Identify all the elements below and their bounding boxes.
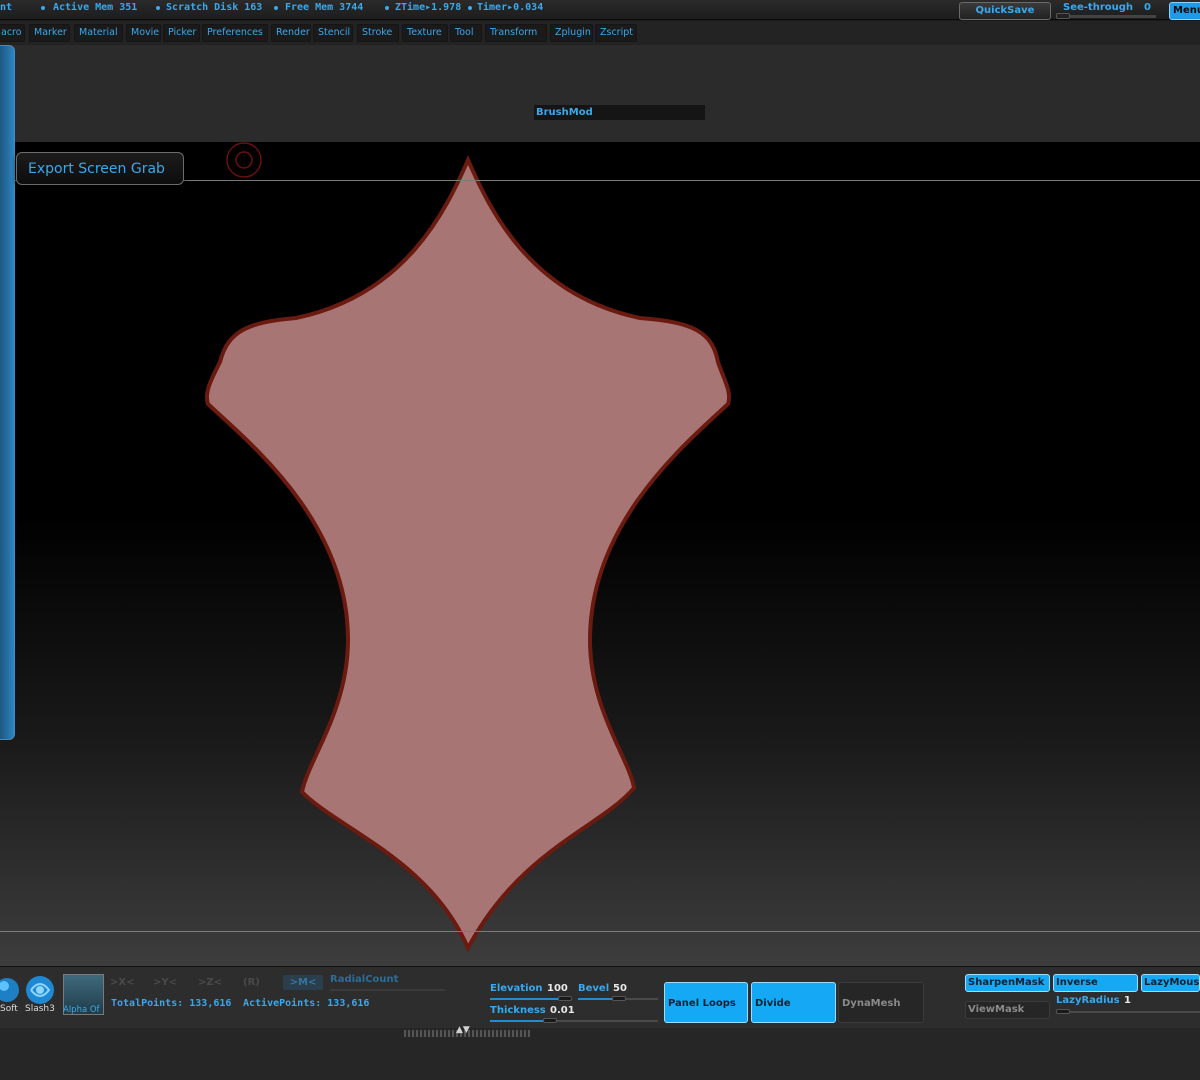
symmetry-m[interactable]: >M< (283, 975, 323, 990)
brush1-label: Soft (0, 1004, 18, 1014)
elevation-label: Elevation (490, 983, 543, 994)
panel-loops-button[interactable]: Panel Loops (664, 982, 748, 1023)
lazy-radius-knob[interactable] (1056, 1009, 1070, 1014)
left-tray[interactable] (0, 45, 15, 740)
palette-scroll-arrows-icon[interactable]: ▲▼ (456, 1025, 470, 1035)
bevel-knob[interactable] (612, 996, 626, 1001)
dynamesh-button[interactable]: DynaMesh (838, 982, 924, 1023)
lazy-radius-value: 1 (1124, 995, 1131, 1006)
symmetry-radial[interactable]: (R) (243, 977, 260, 988)
inverse-button[interactable]: Inverse (1053, 974, 1138, 992)
export-screen-grab-button[interactable]: Export Screen Grab (16, 152, 184, 185)
symmetry-y[interactable]: >Y< (153, 977, 177, 988)
slash3-brush-icon[interactable] (23, 973, 57, 1007)
radial-count-label: RadialCount (330, 974, 399, 985)
alpha-label: Alpha Of (63, 1005, 100, 1015)
view-mask-button[interactable]: ViewMask (965, 1001, 1050, 1019)
soft-brush-icon[interactable] (0, 973, 24, 1007)
thickness-value: 0.01 (550, 1005, 575, 1016)
thickness-fill (490, 1020, 550, 1022)
elevation-value: 100 (547, 983, 568, 994)
sharpen-mask-button[interactable]: SharpenMask (965, 974, 1050, 992)
elevation-knob[interactable] (558, 996, 572, 1001)
thickness-label: Thickness (490, 1005, 546, 1016)
symmetry-z[interactable]: >Z< (198, 977, 222, 988)
elevation-fill (490, 998, 562, 1000)
radial-count-slider[interactable] (330, 989, 445, 991)
divide-button[interactable]: Divide (751, 982, 836, 1023)
active-points: ActivePoints: 133,616 (243, 998, 370, 1009)
lazy-radius-label: LazyRadius (1056, 995, 1120, 1006)
bevel-label: Bevel (578, 983, 610, 994)
total-points: TotalPoints: 133,616 (111, 998, 232, 1009)
bottom-floor (0, 1028, 1200, 1080)
lazy-mouse-button[interactable]: LazyMouse (1141, 974, 1200, 992)
symmetry-x[interactable]: >X< (110, 977, 134, 988)
guide-line-bottom (0, 931, 1200, 932)
panel-shape (205, 155, 731, 953)
thickness-knob[interactable] (543, 1018, 557, 1023)
brush-cursor-icon (226, 142, 262, 178)
lazy-radius-slider[interactable] (1056, 1011, 1200, 1013)
bevel-value: 50 (613, 983, 627, 994)
brush2-label: Slash3 (25, 1004, 55, 1014)
